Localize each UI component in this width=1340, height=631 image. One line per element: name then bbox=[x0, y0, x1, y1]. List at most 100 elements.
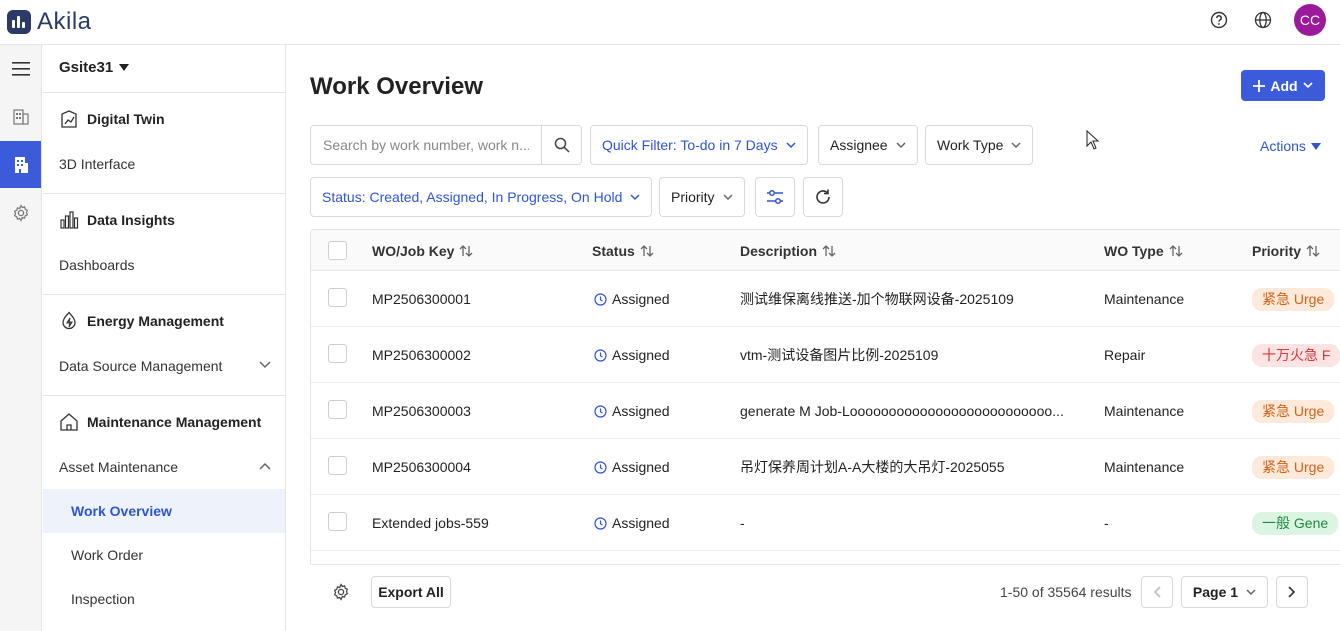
nav-sub-work-overview[interactable]: Work Overview bbox=[43, 489, 285, 533]
column-header[interactable]: Status bbox=[592, 230, 654, 271]
nav-head-data-insights[interactable]: Data Insights bbox=[59, 210, 175, 230]
column-label: Priority bbox=[1252, 242, 1302, 259]
wo-key-cell[interactable]: MP2506300003 bbox=[372, 383, 471, 439]
priority-tag: 紧急 Urge bbox=[1252, 455, 1335, 479]
nav-head-label: Energy Management bbox=[87, 313, 224, 329]
priority-cell: 紧急 Urge bbox=[1252, 271, 1335, 327]
site-building-icon[interactable] bbox=[0, 141, 41, 188]
help-icon[interactable] bbox=[1206, 7, 1232, 33]
chevron-up-icon[interactable] bbox=[259, 462, 271, 470]
globe-icon[interactable] bbox=[1250, 7, 1276, 33]
table-row[interactable]: MP2506300001 Assigned 测试维保离线推送-加个物联网设备-202… bbox=[311, 271, 1340, 327]
page-select[interactable]: Page 1 bbox=[1181, 576, 1268, 608]
clock-icon bbox=[594, 348, 607, 362]
building-icon[interactable] bbox=[0, 93, 41, 140]
table-header: WO/Job Key Status Description WO Type Pr… bbox=[311, 230, 1340, 271]
chevron-down-icon bbox=[1011, 141, 1021, 148]
nav-section-data-insights: Data Insights Dashboards bbox=[43, 193, 285, 294]
status-cell: Assigned bbox=[594, 383, 670, 439]
settings-gear-icon[interactable] bbox=[0, 189, 41, 236]
row-checkbox[interactable] bbox=[328, 288, 347, 307]
wo-key-cell[interactable]: MP2506300001 bbox=[372, 271, 471, 327]
export-all-button[interactable]: Export All bbox=[371, 576, 451, 608]
wo-type-cell: Repair bbox=[1104, 347, 1146, 363]
row-checkbox[interactable] bbox=[328, 344, 347, 363]
assignee-label: Assignee bbox=[830, 137, 888, 153]
status-filter-label: Status: Created, Assigned, In Progress, … bbox=[322, 189, 623, 205]
nav-link-data-source[interactable]: Data Source Management bbox=[59, 358, 222, 374]
priority-dropdown[interactable]: Priority bbox=[659, 177, 745, 217]
sort-icon bbox=[460, 244, 473, 257]
nav-head-digital-twin[interactable]: Digital Twin bbox=[59, 109, 165, 129]
table-settings-icon[interactable] bbox=[332, 583, 350, 604]
column-header[interactable]: WO/Job Key bbox=[372, 230, 473, 271]
wo-type-cell: Maintenance bbox=[1104, 459, 1185, 475]
column-header[interactable]: Priority bbox=[1252, 230, 1320, 271]
refresh-icon bbox=[816, 189, 830, 204]
chevron-left-icon bbox=[1153, 586, 1161, 598]
chevron-down-icon[interactable] bbox=[259, 361, 271, 369]
advanced-filter-button[interactable] bbox=[755, 177, 795, 217]
sort-icon bbox=[1306, 244, 1320, 257]
row-checkbox[interactable] bbox=[328, 456, 347, 475]
user-avatar[interactable]: CC bbox=[1294, 4, 1326, 36]
search-input[interactable] bbox=[311, 126, 542, 164]
nav-link-dashboards[interactable]: Dashboards bbox=[59, 257, 135, 273]
wo-key-cell[interactable]: MP2506300002 bbox=[372, 327, 471, 383]
table-row[interactable]: MP2506300003 Assigned generate M Job-Loooo… bbox=[311, 383, 1340, 439]
search-icon bbox=[554, 137, 570, 153]
work-type-dropdown[interactable]: Work Type bbox=[925, 125, 1034, 165]
row-checkbox[interactable] bbox=[328, 512, 347, 531]
nav-head-maintenance[interactable]: Maintenance Management bbox=[59, 412, 261, 432]
chevron-down-icon bbox=[1303, 82, 1313, 89]
add-button[interactable]: Add bbox=[1241, 70, 1325, 101]
status-text: Assigned bbox=[612, 515, 670, 531]
table-row[interactable]: Extended jobs-559 Assigned - - 一般 Gene bbox=[311, 495, 1340, 551]
quick-filter-dropdown[interactable]: Quick Filter: To-do in 7 Days bbox=[590, 125, 808, 165]
nav-head-energy[interactable]: Energy Management bbox=[59, 311, 224, 331]
chevron-down-icon bbox=[786, 141, 796, 148]
priority-tag: 紧急 Urge bbox=[1252, 287, 1335, 311]
column-header[interactable]: WO Type bbox=[1104, 230, 1183, 271]
site-selector[interactable]: Gsite31 bbox=[59, 59, 130, 76]
search-button[interactable] bbox=[541, 126, 581, 164]
status-text: Assigned bbox=[612, 291, 670, 307]
site-name: Gsite31 bbox=[59, 59, 114, 76]
priority-cell: 紧急 Urge bbox=[1252, 439, 1335, 495]
wo-key-cell[interactable]: MP2506300004 bbox=[372, 439, 471, 495]
assignee-dropdown[interactable]: Assignee bbox=[818, 125, 918, 165]
status-cell: Assigned bbox=[594, 439, 670, 495]
description-cell: 吊灯保养周计划A-A大楼的大吊灯-2025055 bbox=[740, 459, 1005, 475]
nav-head-label: Digital Twin bbox=[87, 111, 165, 127]
description-cell: 测试维保离线推送-加个物联网设备-2025109 bbox=[740, 291, 1014, 307]
row-checkbox[interactable] bbox=[328, 400, 347, 419]
priority-tag: 一般 Gene bbox=[1252, 511, 1339, 535]
sliders-icon bbox=[767, 189, 783, 205]
prev-page-button[interactable] bbox=[1141, 576, 1173, 608]
next-page-button[interactable] bbox=[1276, 576, 1308, 608]
actions-dropdown[interactable]: Actions bbox=[1260, 138, 1321, 154]
refresh-button[interactable] bbox=[803, 177, 843, 217]
menu-toggle-icon[interactable] bbox=[0, 45, 41, 92]
clock-icon bbox=[594, 516, 607, 530]
priority-cell: 紧急 Urge bbox=[1252, 383, 1335, 439]
nav-group-asset-maintenance[interactable]: Asset Maintenance bbox=[59, 459, 178, 475]
caret-down-icon bbox=[1310, 142, 1321, 150]
select-all-checkbox[interactable] bbox=[328, 241, 347, 260]
top-icons: CC bbox=[1206, 4, 1326, 36]
table-row[interactable]: MP2506300002 Assigned vtm-测试设备图片比例-2025109… bbox=[311, 327, 1340, 383]
clock-icon bbox=[594, 292, 607, 306]
nav-link-3d-interface[interactable]: 3D Interface bbox=[59, 156, 135, 172]
column-header[interactable]: Description bbox=[740, 230, 836, 271]
table-row[interactable]: MP2506300004 Assigned 吊灯保养周计划A-A大楼的大吊灯-202… bbox=[311, 439, 1340, 495]
status-filter-dropdown[interactable]: Status: Created, Assigned, In Progress, … bbox=[310, 177, 653, 217]
priority-tag: 紧急 Urge bbox=[1252, 399, 1335, 423]
status-cell: Assigned bbox=[594, 327, 670, 383]
nav-sub-inspection[interactable]: Inspection bbox=[43, 577, 285, 621]
akila-logo[interactable]: Akila bbox=[7, 8, 92, 36]
chevron-right-icon bbox=[1288, 586, 1296, 598]
nav-sub-work-order[interactable]: Work Order bbox=[43, 533, 285, 577]
maintenance-house-icon bbox=[60, 413, 78, 431]
wo-type-cell: Maintenance bbox=[1104, 291, 1185, 307]
wo-key-cell[interactable]: Extended jobs-559 bbox=[372, 495, 489, 551]
